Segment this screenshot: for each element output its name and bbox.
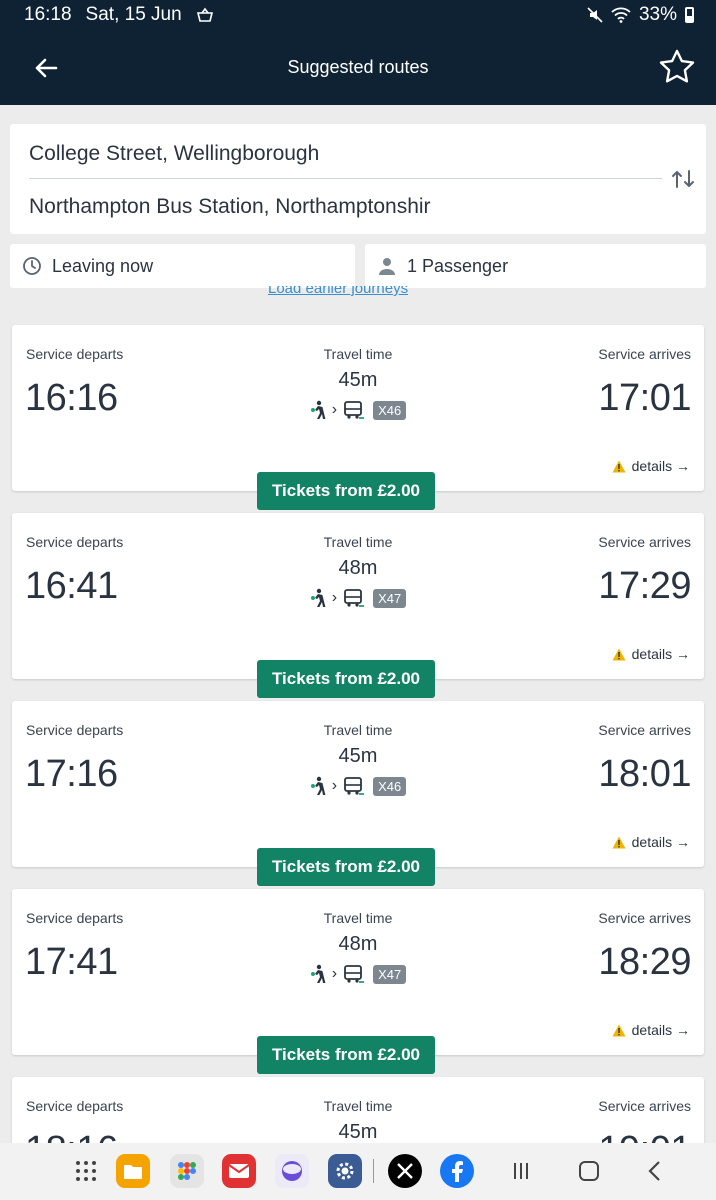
dock-divider	[373, 1159, 374, 1183]
email-icon[interactable]	[222, 1154, 256, 1188]
tickets-button[interactable]: Tickets from £2.00	[257, 848, 435, 886]
arrives-label: Service arrives	[598, 910, 691, 926]
journey-card[interactable]: Service departs Travel time Service arri…	[12, 513, 704, 679]
warning-icon	[612, 836, 626, 848]
bus-icon	[344, 589, 365, 607]
arrive-time: 17:29	[598, 565, 691, 607]
app-drawer-icon[interactable]	[75, 1160, 97, 1182]
chevron-right-icon: ›	[331, 965, 338, 982]
arrives-label: Service arrives	[598, 534, 691, 550]
route-card: College Street, Wellingborough Northampt…	[10, 124, 706, 234]
details-link[interactable]: details →	[612, 1022, 690, 1038]
arrives-label: Service arrives	[598, 1098, 691, 1114]
destination-field[interactable]: Northampton Bus Station, Northamptonshir	[29, 195, 649, 219]
arrives-label: Service arrives	[598, 722, 691, 738]
status-time: 16:18	[24, 4, 72, 25]
page-title: Suggested routes	[287, 57, 429, 77]
passenger-selector[interactable]: 1 Passenger	[365, 244, 706, 288]
tickets-button[interactable]: Tickets from £2.00	[257, 1036, 435, 1074]
wifi-icon	[611, 7, 631, 23]
warning-icon	[612, 1024, 626, 1036]
journey-card[interactable]: Service departs Travel time Service arri…	[12, 325, 704, 491]
divider	[29, 178, 662, 179]
status-date: Sat, 15 Jun	[85, 4, 182, 25]
walk-icon	[310, 776, 326, 795]
battery-icon	[685, 7, 694, 23]
journey-card[interactable]: Service departs Travel time Service arri…	[12, 889, 704, 1055]
back-arrow-icon[interactable]	[30, 52, 62, 84]
battery-percent: 33%	[638, 4, 677, 25]
passenger-label: 1 Passenger	[407, 255, 509, 276]
chevron-right-icon: ›	[331, 401, 338, 418]
bus-icon	[344, 401, 365, 419]
clock-icon	[23, 257, 41, 275]
origin-field[interactable]: College Street, Wellingborough	[29, 142, 319, 166]
facebook-icon[interactable]	[440, 1154, 474, 1188]
settings-icon[interactable]	[328, 1154, 362, 1188]
tickets-button[interactable]: Tickets from £2.00	[257, 660, 435, 698]
nav-back-icon[interactable]	[647, 1160, 663, 1182]
warning-icon	[612, 648, 626, 660]
departure-time-label: Leaving now	[52, 255, 154, 276]
details-label: details →	[631, 1022, 690, 1038]
arrive-time: 18:29	[598, 941, 691, 983]
files-icon[interactable]	[116, 1154, 150, 1188]
system-nav-bar	[0, 1143, 716, 1200]
swap-icon[interactable]	[670, 168, 696, 190]
service-badge: X46	[373, 776, 407, 796]
service-badge: X47	[373, 588, 407, 608]
arrive-time: 18:01	[598, 753, 691, 795]
details-link[interactable]: details →	[612, 834, 690, 850]
details-label: details →	[631, 834, 690, 850]
basket-icon	[196, 7, 213, 22]
service-badge: X47	[373, 964, 407, 984]
details-label: details →	[631, 646, 690, 662]
arrives-label: Service arrives	[598, 346, 691, 362]
favourite-star-icon[interactable]	[658, 48, 696, 86]
x-icon[interactable]	[388, 1154, 422, 1188]
chevron-right-icon: ›	[331, 589, 338, 606]
recents-icon[interactable]	[511, 1161, 531, 1181]
tickets-button[interactable]: Tickets from £2.00	[257, 472, 435, 510]
details-link[interactable]: details →	[612, 646, 690, 662]
details-link[interactable]: details →	[612, 458, 690, 474]
bus-icon	[344, 965, 365, 983]
app-bar: Suggested routes	[0, 30, 716, 105]
chevron-right-icon: ›	[331, 777, 338, 794]
browser-icon[interactable]	[275, 1154, 309, 1188]
walk-icon	[310, 964, 326, 983]
service-badge: X46	[373, 400, 407, 420]
warning-icon	[612, 460, 626, 472]
load-earlier-link[interactable]: Load earlier journeys	[268, 286, 408, 300]
apps-folder-icon[interactable]	[170, 1154, 204, 1188]
walk-icon	[310, 588, 326, 607]
mute-icon	[587, 7, 603, 23]
details-label: details →	[631, 458, 690, 474]
walk-icon	[310, 400, 326, 419]
bus-icon	[344, 777, 365, 795]
person-icon	[379, 258, 395, 275]
home-icon[interactable]	[578, 1160, 600, 1182]
departure-time-selector[interactable]: Leaving now	[10, 244, 355, 288]
arrive-time: 17:01	[598, 377, 691, 419]
journey-card[interactable]: Service departs Travel time Service arri…	[12, 701, 704, 867]
status-bar: 16:18 Sat, 15 Jun 33%	[0, 0, 716, 30]
